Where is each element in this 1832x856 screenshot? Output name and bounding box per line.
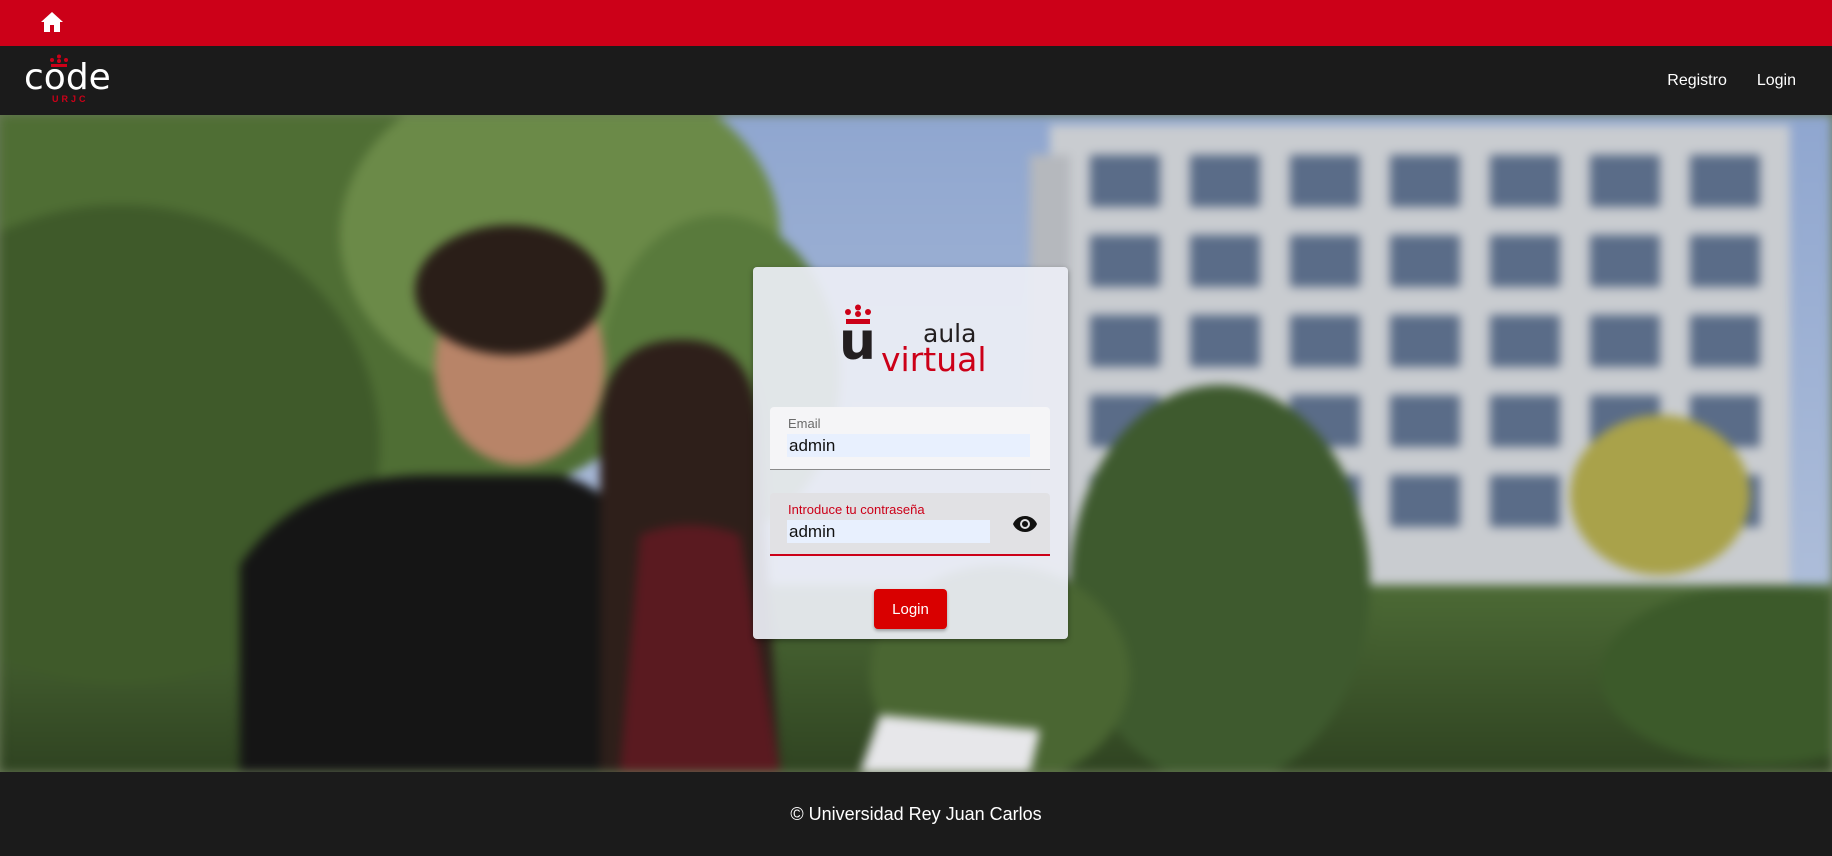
nav-links: Registro Login [1667, 46, 1796, 115]
email-input[interactable] [787, 434, 1030, 457]
toggle-password-visibility-button[interactable] [1012, 512, 1038, 536]
email-field[interactable]: Email [770, 407, 1050, 470]
brand-word-virtual: virtual [881, 340, 987, 379]
nav-link-login[interactable]: Login [1757, 72, 1796, 90]
logo-wordmark: code [24, 57, 111, 98]
code-urjc-logo[interactable]: code URJC [24, 54, 116, 108]
login-card: u aula virtual Email Introduce tu contra… [753, 267, 1068, 639]
password-input[interactable] [787, 520, 990, 543]
top-bar [0, 0, 1832, 46]
copyright-text: © Universidad Rey Juan Carlos [790, 803, 1042, 824]
email-label: Email [788, 416, 821, 431]
aula-virtual-logo: u aula virtual [839, 304, 989, 379]
nav-link-registro[interactable]: Registro [1667, 72, 1727, 90]
home-button[interactable] [38, 8, 66, 36]
navbar: code URJC Registro Login [0, 46, 1832, 115]
login-button[interactable]: Login [874, 589, 947, 629]
footer: © Universidad Rey Juan Carlos [0, 772, 1832, 856]
home-icon [41, 12, 63, 32]
logo-subtitle: URJC [52, 94, 89, 104]
eye-icon [1013, 516, 1037, 532]
brand-letter: u [839, 312, 877, 372]
password-label: Introduce tu contraseña [788, 502, 925, 517]
password-field[interactable]: Introduce tu contraseña [770, 493, 1050, 556]
